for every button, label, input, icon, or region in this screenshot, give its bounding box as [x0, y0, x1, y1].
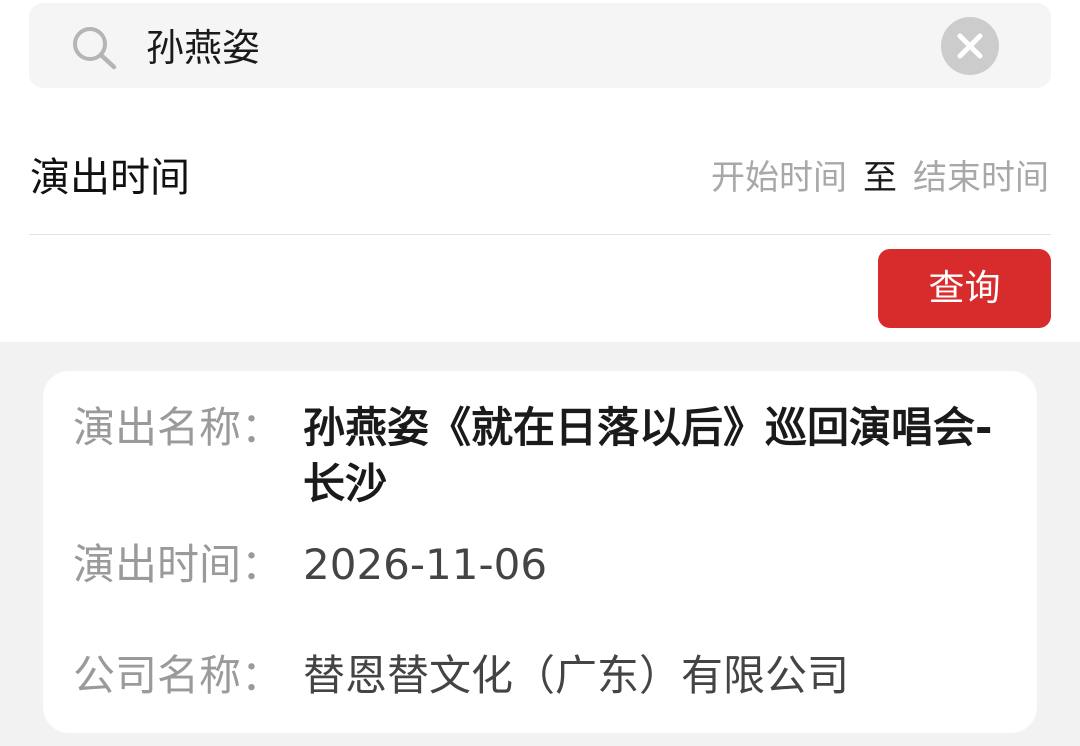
divider	[29, 234, 1051, 235]
clear-button[interactable]	[941, 17, 999, 75]
show-time-value: 2026-11-06	[303, 540, 548, 589]
start-date-field[interactable]: 开始时间	[711, 158, 847, 198]
search-input[interactable]	[146, 16, 906, 72]
date-range-picker: 开始时间至结束时间	[711, 155, 1049, 201]
search-icon	[73, 27, 117, 70]
date-filter-label: 演出时间	[30, 155, 190, 201]
show-name-label: 演出名称：	[73, 403, 284, 452]
search-panel: 演出时间 开始时间至结束时间 查询	[0, 0, 1080, 342]
results-area: 演出名称： 孙燕姿《就在日落以后》巡回演唱会-长沙 演出时间： 2026-11-…	[0, 342, 1080, 746]
date-range-separator: 至	[863, 158, 897, 198]
clear-icon	[957, 33, 983, 59]
end-date-field[interactable]: 结束时间	[913, 158, 1049, 198]
company-name-value: 替恩替文化（广东）有限公司	[303, 651, 850, 700]
result-card[interactable]: 演出名称： 孙燕姿《就在日落以后》巡回演唱会-长沙 演出时间： 2026-11-…	[43, 371, 1037, 733]
show-name-value: 孙燕姿《就在日落以后》巡回演唱会-长沙	[303, 403, 993, 508]
query-button[interactable]: 查询	[878, 249, 1051, 328]
company-name-label: 公司名称：	[73, 651, 284, 700]
show-time-label: 演出时间：	[73, 540, 284, 589]
